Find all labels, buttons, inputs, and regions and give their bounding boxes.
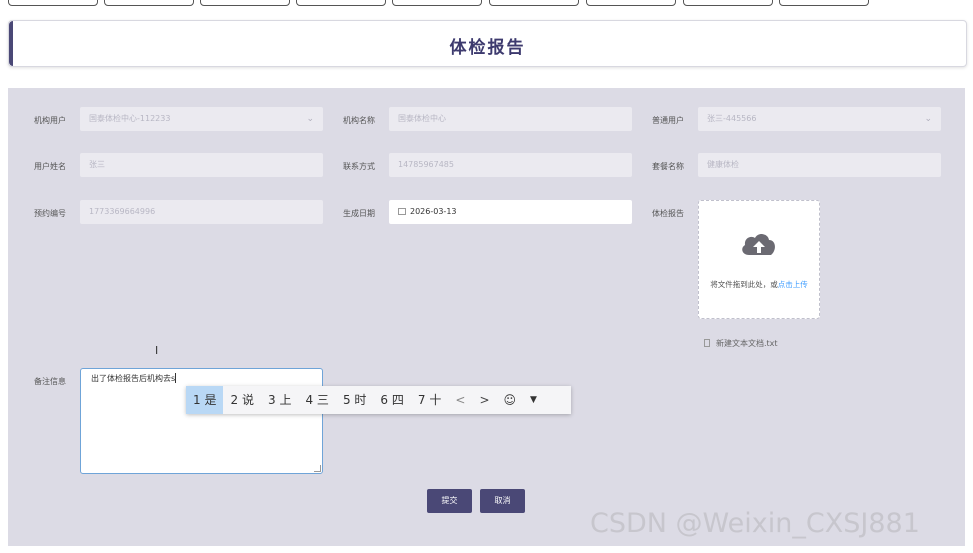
ime-candidate-number: 4 [305,393,314,407]
ime-candidate-text: 十 [429,393,442,407]
top-tab[interactable] [586,0,676,6]
package-field[interactable]: 健康体检 [698,153,941,177]
booking-no-value: 1773369664996 [89,207,156,216]
upload-hint: 将文件拖到此处，或点击上传 [699,279,819,290]
ime-candidate-number: 5 [342,393,351,407]
contact-label: 联系方式 [343,162,375,171]
ime-candidate[interactable]: 5 时 [336,386,373,414]
ime-candidate[interactable]: 4 三 [298,386,335,414]
chevron-down-icon: ⌄ [306,114,314,124]
chevron-down-icon: ⌄ [924,114,932,124]
org-name-field[interactable]: 国泰体检中心 [389,107,632,131]
ime-prev-page-icon[interactable]: < [448,393,472,407]
top-tab[interactable] [683,0,773,6]
normal-user-select[interactable]: 张三-445566 ⌄ [698,107,941,131]
resize-handle[interactable] [314,465,321,472]
ime-candidate-number: 1 [193,393,201,407]
ime-candidate-text: 四 [391,393,404,407]
user-name-label: 用户姓名 [34,162,66,171]
package-value: 健康体检 [707,160,739,169]
org-name-label: 机构名称 [343,116,375,125]
top-tab[interactable] [8,0,98,6]
ime-candidate[interactable]: 7 十 [411,386,448,414]
cancel-button[interactable]: 取消 [480,489,525,513]
ime-menu-dropdown-icon[interactable]: ▼ [523,395,544,405]
ime-candidate[interactable]: 6 四 [373,386,410,414]
gen-date-label: 生成日期 [343,209,375,218]
top-tab[interactable] [104,0,194,6]
cloud-upload-icon [742,234,775,255]
package-label: 套餐名称 [652,162,684,171]
ime-candidate-text: 说 [241,393,254,407]
contact-field[interactable]: 14785967485 [389,153,632,177]
ime-candidate[interactable]: 1 是 [186,386,224,414]
upload-dropzone[interactable]: 将文件拖到此处，或点击上传 [698,200,820,319]
ime-candidate-bar: 1 是 2 说 3 上 4 三 5 时 6 四 7 十 < > ☺ ▼ [186,386,571,414]
ime-candidate-number: 2 [230,393,239,407]
top-tab[interactable] [489,0,579,6]
normal-user-value: 张三-445566 [707,114,757,123]
user-name-value: 张三 [89,160,105,169]
upload-hint-text: 将文件拖到此处，或 [710,280,778,289]
org-user-select[interactable]: 国泰体检中心-112233 ⌄ [80,107,323,131]
top-tab-strip [0,0,973,6]
org-user-value: 国泰体检中心-112233 [89,114,171,123]
booking-no-field[interactable]: 1773369664996 [80,200,323,224]
gen-date-picker[interactable]: 2026-03-13 [389,200,632,224]
ime-candidate-number: 7 [417,393,426,407]
normal-user-label: 普通用户 [652,116,684,125]
document-icon [704,339,710,347]
booking-no-label: 预约编号 [34,209,66,218]
upload-link[interactable]: 点击上传 [778,280,808,289]
uploaded-file-name: 新建文本文档.txt [716,339,778,348]
ime-candidate[interactable]: 3 上 [261,386,298,414]
text-cursor-icon: I [155,344,159,357]
notes-label: 备注信息 [34,377,66,386]
top-tab[interactable] [779,0,869,6]
ime-candidate-number: 6 [380,393,389,407]
ime-candidate-text: 时 [354,393,367,407]
notes-value: 出了体检报告后机构去s [91,374,176,383]
watermark: CSDN @Weixin_CXSJ881 [590,508,920,539]
ime-candidate-text: 上 [279,393,292,407]
contact-value: 14785967485 [398,160,454,169]
gen-date-value: 2026-03-13 [410,207,457,216]
report-form: 机构用户 国泰体检中心-112233 ⌄ 机构名称 国泰体检中心 普通用户 张三… [8,88,965,546]
calendar-icon [398,208,406,215]
emoji-icon[interactable]: ☺ [497,393,524,407]
report-label: 体检报告 [652,209,684,218]
submit-button[interactable]: 提交 [427,489,472,513]
page-header: 体检报告 [8,20,967,67]
text-caret [175,373,177,383]
org-name-value: 国泰体检中心 [398,114,446,123]
ime-candidate-text: 三 [316,393,329,407]
ime-next-page-icon[interactable]: > [472,393,496,407]
user-name-field[interactable]: 张三 [80,153,323,177]
uploaded-file-item[interactable]: 新建文本文档.txt [704,338,778,349]
top-tab[interactable] [296,0,386,6]
ime-candidate-text: 是 [204,393,217,407]
top-tab[interactable] [200,0,290,6]
ime-candidate[interactable]: 2 说 [223,386,260,414]
notes-textarea[interactable]: 出了体检报告后机构去s [80,368,323,474]
ime-candidate-number: 3 [267,393,276,407]
org-user-label: 机构用户 [34,116,66,125]
top-tab[interactable] [392,0,482,6]
page-title: 体检报告 [449,38,526,58]
